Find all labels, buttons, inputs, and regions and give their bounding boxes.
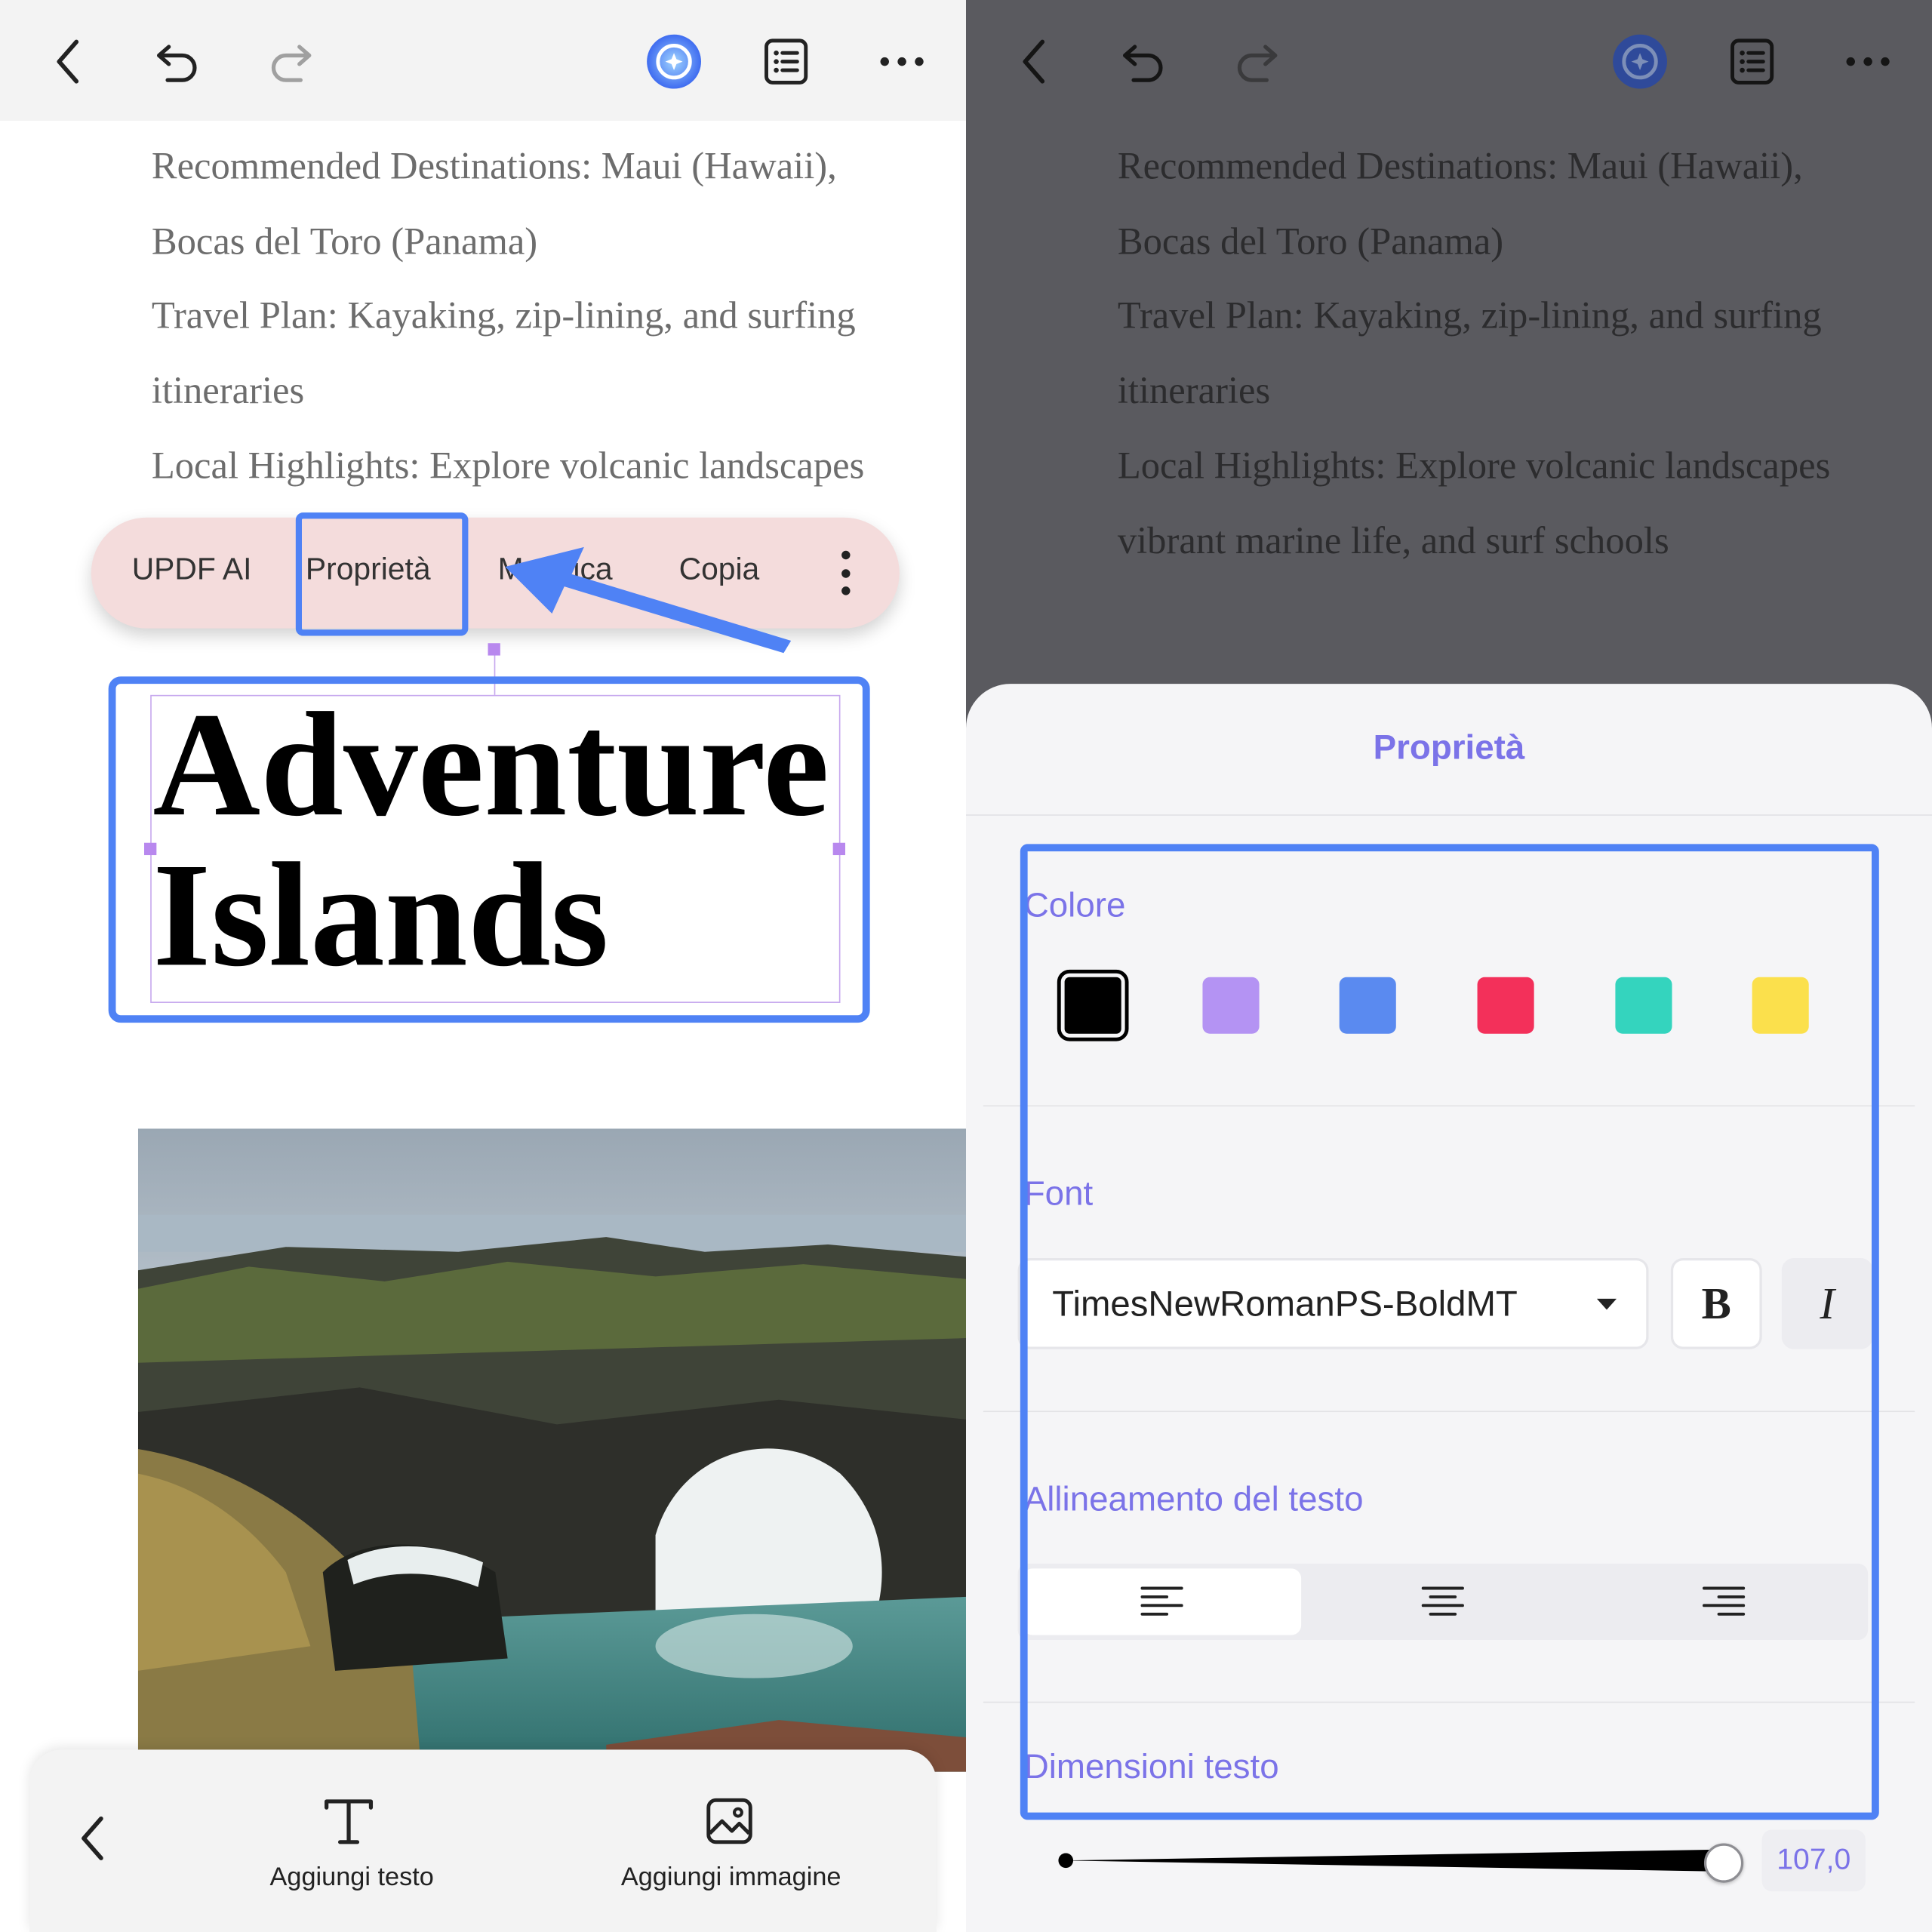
- more-icon[interactable]: [872, 32, 931, 91]
- menu-item-updf-ai[interactable]: UPDF AI: [132, 552, 252, 587]
- doc-line: Travel Plan: Kayaking, zip-lining, and s…: [151, 294, 856, 337]
- doc-line: Bocas del Toro (Panama): [1117, 219, 1504, 263]
- document-text-dimmed: Recommended Destinations: Maui (Hawaii),…: [1118, 129, 1932, 578]
- doc-line: Recommended Destinations: Maui (Hawaii),: [1117, 144, 1803, 188]
- top-toolbar-dimmed: [966, 0, 1932, 121]
- properties-highlight-box: [295, 512, 469, 636]
- pointer-arrow: [505, 546, 792, 654]
- screenshot-root: Recommended Destinations: Maui (Hawaii),…: [0, 0, 1932, 1932]
- outline-list-icon[interactable]: [756, 32, 815, 91]
- doc-line: Local Highlights: Explore volcanic lands…: [151, 443, 865, 487]
- add-text-button[interactable]: Aggiungi testo: [270, 1863, 434, 1893]
- document-text: Recommended Destinations: Maui (Hawaii),…: [152, 129, 966, 503]
- properties-highlight-box: [1020, 844, 1879, 1820]
- left-pane: Recommended Destinations: Maui (Hawaii),…: [0, 0, 966, 1932]
- doc-line: Bocas del Toro (Panama): [151, 219, 538, 263]
- resize-handle-right[interactable]: [832, 842, 845, 856]
- title-line: Adventure: [152, 682, 829, 848]
- selected-title-text[interactable]: Adventure Islands: [152, 690, 829, 990]
- redo-icon[interactable]: [261, 32, 320, 91]
- text-size-slider-thumb[interactable]: [1703, 1843, 1744, 1883]
- undo-icon[interactable]: [148, 32, 207, 91]
- landscape-image: [137, 1128, 966, 1772]
- properties-sheet: Proprietà Colore Font TimesNewRomanPS-Bo…: [966, 684, 1932, 1932]
- doc-line: itineraries: [1117, 368, 1271, 412]
- undo-icon[interactable]: [1114, 32, 1173, 91]
- redo-icon[interactable]: [1227, 32, 1286, 91]
- top-toolbar: [0, 0, 966, 121]
- back-icon[interactable]: [1004, 32, 1063, 91]
- right-pane: Recommended Destinations: Maui (Hawaii),…: [966, 0, 1932, 1932]
- rotate-handle[interactable]: [488, 643, 500, 656]
- doc-line: Travel Plan: Kayaking, zip-lining, and s…: [1117, 294, 1822, 337]
- outline-list-icon[interactable]: [1722, 32, 1781, 91]
- more-icon[interactable]: [1838, 32, 1897, 91]
- doc-line: Local Highlights: Explore volcanic lands…: [1117, 443, 1831, 487]
- menu-more-icon[interactable]: [830, 550, 860, 595]
- sheet-title: Proprietà: [1373, 728, 1525, 767]
- bottom-back-icon[interactable]: [76, 1814, 108, 1870]
- updf-ai-icon[interactable]: [1611, 32, 1669, 91]
- text-size-slider-track[interactable]: [1057, 1849, 1729, 1872]
- updf-ai-icon[interactable]: [645, 32, 703, 91]
- add-text-icon[interactable]: [323, 1796, 375, 1853]
- text-size-value[interactable]: 107,0: [1761, 1829, 1866, 1892]
- add-image-icon[interactable]: [705, 1796, 754, 1853]
- bottom-toolbar: Aggiungi testo Aggiungi immagine: [29, 1749, 937, 1932]
- doc-line: itineraries: [151, 368, 305, 412]
- title-line: Islands: [152, 832, 609, 998]
- divider: [966, 814, 1932, 816]
- doc-line: Recommended Destinations: Maui (Hawaii),: [151, 144, 837, 188]
- back-icon[interactable]: [38, 32, 97, 91]
- add-image-button[interactable]: Aggiungi immagine: [621, 1863, 841, 1893]
- doc-line: vibrant marine life, and surf schools: [1117, 518, 1669, 561]
